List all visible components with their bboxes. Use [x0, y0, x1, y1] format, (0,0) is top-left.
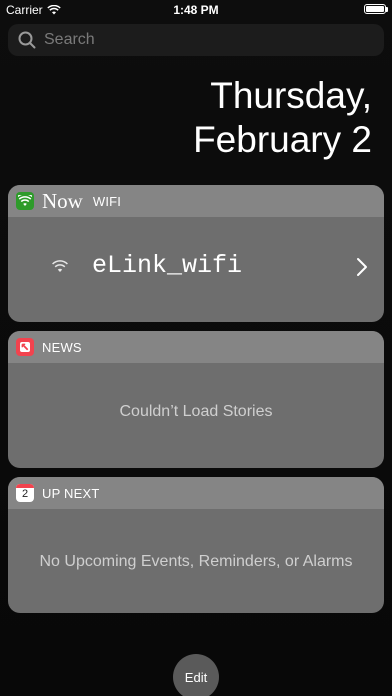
- up-next-empty-message: No Upcoming Events, Reminders, or Alarms: [39, 553, 353, 570]
- status-time: 1:48 PM: [173, 3, 219, 17]
- up-next-widget-title: UP NEXT: [42, 485, 100, 501]
- wifi-widget-header[interactable]: Now WIFI: [8, 185, 384, 217]
- edit-button-label: Edit: [184, 669, 208, 685]
- news-error-message: Couldn’t Load Stories: [119, 403, 273, 420]
- today-view: Carrier 1:48 PM Search Thursday, Februar…: [0, 0, 392, 696]
- search-bar[interactable]: Search: [8, 24, 384, 56]
- edit-button[interactable]: Edit: [173, 654, 219, 696]
- wifi-network-icon: [52, 259, 84, 272]
- date-display: Thursday, February 2: [193, 74, 372, 162]
- news-icon: [16, 338, 34, 356]
- news-widget: NEWS Couldn’t Load Stories: [8, 331, 384, 468]
- up-next-widget: 2 UP NEXT No Upcoming Events, Reminders,…: [8, 477, 384, 613]
- battery-fill: [366, 6, 384, 12]
- up-next-widget-body[interactable]: No Upcoming Events, Reminders, or Alarms: [8, 509, 384, 613]
- up-next-widget-header[interactable]: 2 UP NEXT: [8, 477, 384, 509]
- news-widget-title: NEWS: [42, 339, 82, 355]
- wifi-widget: Now WIFI eLink_wifi: [8, 185, 384, 322]
- news-widget-body[interactable]: Couldn’t Load Stories: [8, 363, 384, 468]
- search-icon: [18, 31, 36, 49]
- chevron-right-icon[interactable]: [356, 257, 368, 277]
- now-label: Now: [42, 188, 83, 213]
- status-bar: Carrier 1:48 PM: [0, 0, 392, 20]
- wifi-network-name: eLink_wifi: [92, 251, 243, 280]
- date-month-day: February 2: [193, 119, 372, 160]
- calendar-day: 2: [21, 488, 29, 500]
- news-widget-header[interactable]: NEWS: [8, 331, 384, 363]
- search-placeholder: Search: [44, 31, 95, 48]
- battery-icon: [364, 4, 388, 14]
- wifi-widget-title: WIFI: [92, 193, 122, 209]
- wifi-icon: [16, 192, 34, 210]
- date-weekday: Thursday,: [210, 75, 372, 116]
- wifi-network-row[interactable]: eLink_wifi: [8, 217, 384, 322]
- calendar-icon: 2: [16, 484, 34, 502]
